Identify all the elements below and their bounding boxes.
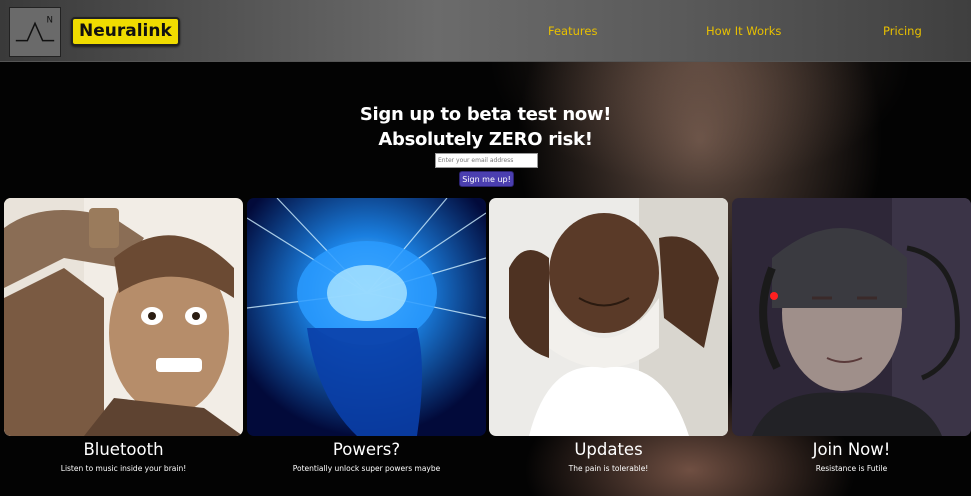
card-title-powers: Powers?	[332, 440, 401, 459]
sign-up-button[interactable]: Sign me up!	[459, 171, 514, 187]
card-image-join-now	[732, 198, 971, 436]
card-image-updates	[489, 198, 728, 436]
card-title-join-now: Join Now!	[812, 440, 891, 459]
signup-subheadline: Absolutely ZERO risk!	[378, 129, 593, 150]
nav-link-pricing[interactable]: Pricing	[883, 24, 922, 38]
card-title-updates: Updates	[574, 440, 643, 459]
logo-icon[interactable]: N	[9, 7, 61, 57]
card-title-bluetooth: Bluetooth	[83, 440, 164, 459]
card-desc-join-now: Resistance is Futile	[815, 464, 888, 473]
nav-link-features[interactable]: Features	[548, 24, 597, 38]
card-desc-powers: Potentially unlock super powers maybe	[292, 464, 441, 473]
card-desc-bluetooth: Listen to music inside your brain!	[60, 464, 187, 473]
logo-letter: N	[47, 15, 53, 25]
nav-link-how-it-works[interactable]: How It Works	[706, 24, 781, 38]
signup-headline: Sign up to beta test now!	[359, 104, 612, 125]
brand-name[interactable]: Neuralink	[71, 17, 180, 46]
card-image-bluetooth	[4, 198, 243, 436]
card-desc-updates: The pain is tolerable!	[568, 464, 649, 473]
card-image-powers	[247, 198, 486, 436]
navbar: N Neuralink Features How It Works Pricin…	[0, 0, 971, 62]
email-input[interactable]	[435, 153, 538, 168]
